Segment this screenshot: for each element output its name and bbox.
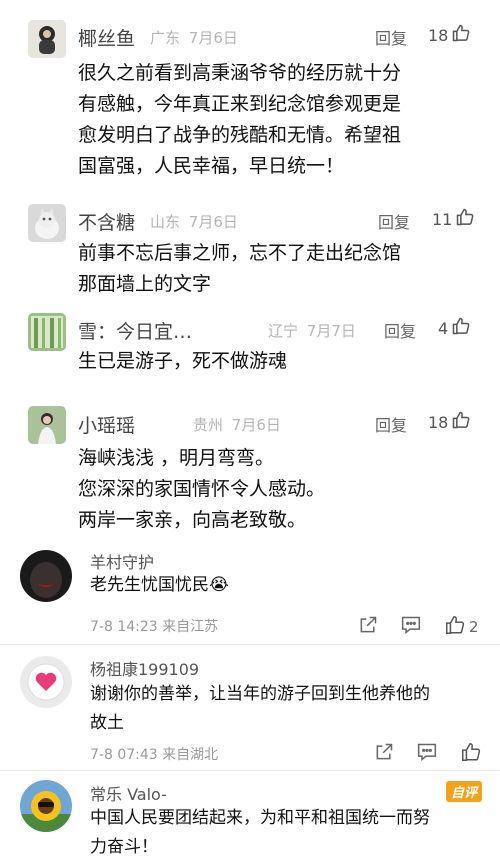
comment-date: 7月6日 [188, 213, 238, 231]
thumb-up-icon [444, 614, 466, 640]
avatar[interactable] [28, 313, 66, 351]
comment-section-a: 椰丝鱼 广东 7月6日 回复 18 很久之前看到高秉涵爷爷的经历就十分 有感触，… [0, 0, 500, 540]
reply-button[interactable]: 回复 [384, 318, 416, 342]
like-count: 4 [438, 318, 449, 338]
comment-line: 国富强，人民幸福，早日统一！ [78, 155, 345, 177]
comment-region: 山东 [150, 213, 181, 231]
avatar[interactable] [20, 656, 72, 708]
share-icon[interactable] [374, 742, 394, 766]
comment-body: 前事不忘后事之师，忘不了走出纪念馆 那面墙上的文字 [78, 238, 401, 300]
like-count: 18 [428, 25, 449, 45]
comment-location-date: 山东 7月6日 [150, 211, 238, 232]
comment-line: 海峡浅浅 ，明月弯弯。 [78, 447, 275, 469]
comment-region: 贵州 [193, 416, 224, 434]
divider [0, 770, 500, 771]
comment-item: 椰丝鱼 广东 7月6日 回复 18 很久之前看到高秉涵爷爷的经历就十分 有感触，… [0, 0, 500, 198]
commenter-name[interactable]: 椰丝鱼 [78, 24, 135, 51]
avatar[interactable] [28, 20, 66, 58]
comment-location-date: 辽宁 7月7日 [268, 320, 356, 341]
avatar[interactable] [20, 780, 72, 832]
comment-region: 辽宁 [268, 322, 299, 340]
like-button[interactable] [460, 741, 485, 767]
comment-time-source: 7-8 07:43 来自湖北 [90, 747, 219, 763]
comment-region: 广东 [150, 29, 181, 47]
share-icon[interactable] [358, 615, 378, 639]
reply-button[interactable]: 回复 [375, 25, 407, 49]
comment-line: 有感触，今年真正来到纪念馆参观更是 [78, 93, 402, 115]
like-count: 2 [469, 618, 479, 636]
comment-date: 7月6日 [188, 29, 238, 47]
comment-line: 愈发明白了战争的残酷和无情。希望祖 [78, 124, 402, 146]
reply-button[interactable]: 回复 [378, 209, 410, 233]
like-button[interactable]: 2 [444, 614, 479, 640]
self-comment-badge: 自评 [446, 781, 483, 802]
comment-line: 那面墙上的文字 [78, 273, 212, 295]
comment-line: 故土 [90, 713, 124, 733]
like-button[interactable]: 18 [428, 410, 471, 434]
comment-item: 常乐 Valo- 自评 中国人民要团结起来，为和平和祖国统一而努 力奋斗！ [0, 772, 500, 862]
comment-line: 前事不忘后事之师，忘不了走出纪念馆 [78, 242, 402, 264]
comment-body: 很久之前看到高秉涵爷爷的经历就十分 有感触，今年真正来到纪念馆参观更是 愈发明白… [78, 58, 401, 182]
comment-item: 杨祖康199109 谢谢你的善举，让当年的游子回到生他养他的 故土 7-8 07… [0, 648, 500, 768]
comment-body: 海峡浅浅 ，明月弯弯。 您深深的家国情怀令人感动。 两岸一家亲，向高老致敬。 [78, 443, 325, 536]
avatar[interactable] [20, 550, 72, 602]
thumb-up-icon [451, 410, 471, 434]
comment-line: 老先生忧国忧民😭 [90, 575, 229, 595]
thumb-up-icon [455, 207, 475, 231]
commenter-name[interactable]: 羊村守护 [90, 549, 154, 573]
avatar[interactable] [28, 406, 66, 444]
comment-body: 中国人民要团结起来，为和平和祖国统一而努 力奋斗！ [90, 804, 430, 862]
comment-location-date: 广东 7月6日 [150, 27, 238, 48]
like-count: 11 [432, 209, 453, 229]
comment-line: 谢谢你的善举，让当年的游子回到生他养他的 [90, 684, 430, 704]
thumb-up-icon [460, 741, 482, 767]
comment-line: 力奋斗！ [90, 837, 158, 857]
comment-body: 老先生忧国忧民😭 [90, 571, 229, 600]
commenter-name[interactable]: 不含糖 [78, 208, 135, 235]
commenter-name[interactable]: 常乐 Valo- [90, 781, 167, 805]
commenter-name[interactable]: 小瑶瑶 [78, 411, 135, 438]
comment-icon[interactable] [400, 615, 422, 639]
divider [0, 644, 500, 645]
comment-body: 谢谢你的善举，让当年的游子回到生他养他的 故土 [90, 680, 430, 738]
comment-time-source: 7-8 14:23 来自江苏 [90, 619, 219, 635]
commenter-name[interactable]: 雪：今日宜… [78, 317, 192, 344]
comment-item: 羊村守护 老先生忧国忧民😭 7-8 14:23 来自江苏 2 [0, 540, 500, 640]
like-button[interactable]: 11 [432, 207, 475, 231]
comment-line: 您深深的家国情怀令人感动。 [78, 478, 326, 500]
comment-location-date: 贵州 7月6日 [193, 414, 281, 435]
comment-item: 雪：今日宜… 辽宁 7月7日 回复 4 生已是游子，死不做游魂 [0, 308, 500, 398]
comment-line: 两岸一家亲，向高老致敬。 [78, 509, 307, 531]
comment-line: 很久之前看到高秉涵爷爷的经历就十分 [78, 62, 402, 84]
commenter-name[interactable]: 杨祖康199109 [90, 656, 199, 680]
like-count: 18 [428, 412, 449, 432]
comment-date: 7月6日 [231, 416, 281, 434]
avatar[interactable] [28, 204, 66, 242]
thumb-up-icon [451, 316, 471, 340]
comment-section-b: 羊村守护 老先生忧国忧民😭 7-8 14:23 来自江苏 2 杨祖康199109… [0, 540, 500, 862]
comment-date: 7月7日 [306, 322, 356, 340]
thumb-up-icon [451, 23, 471, 47]
comment-line: 生已是游子，死不做游魂 [78, 350, 288, 372]
comment-item: 小瑶瑶 贵州 7月6日 回复 18 海峡浅浅 ，明月弯弯。 您深深的家国情怀令人… [0, 400, 500, 540]
reply-button[interactable]: 回复 [375, 412, 407, 436]
comment-body: 生已是游子，死不做游魂 [78, 346, 287, 377]
like-button[interactable]: 18 [428, 23, 471, 47]
like-button[interactable]: 4 [438, 316, 471, 340]
comment-line: 中国人民要团结起来，为和平和祖国统一而努 [90, 808, 430, 828]
comment-icon[interactable] [416, 742, 438, 766]
comment-item: 不含糖 山东 7月6日 回复 11 前事不忘后事之师，忘不了走出纪念馆 那面墙上… [0, 198, 500, 308]
